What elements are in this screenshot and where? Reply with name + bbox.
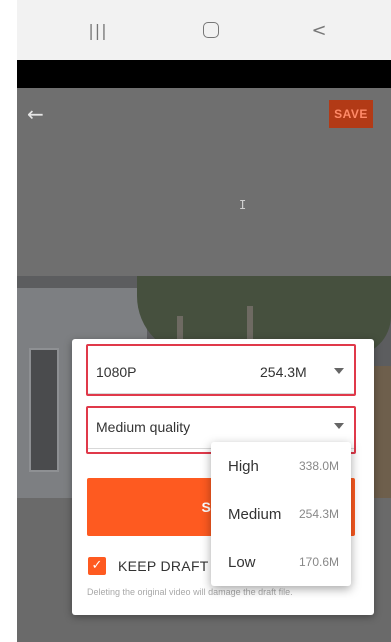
system-navigation-bar: ||| <	[17, 0, 391, 60]
toolbar-save-button[interactable]: SAVE	[329, 100, 373, 128]
resolution-label: 1080P	[96, 364, 137, 380]
home-button[interactable]	[199, 18, 223, 42]
quality-option-label: Low	[228, 553, 256, 571]
back-arrow-icon[interactable]: ←	[27, 104, 51, 124]
system-back-button[interactable]: <	[307, 18, 331, 42]
home-icon	[203, 22, 219, 38]
keep-draft-label: KEEP DRAFT	[118, 558, 209, 574]
resolution-size: 254.3M	[260, 364, 307, 380]
caret-down-icon	[334, 423, 344, 429]
phone-screen: ||| < ← SAVE I 1080P 254.3M Medium quali…	[17, 0, 391, 642]
keep-draft-checkbox[interactable]: ✓ KEEP DRAFT	[88, 555, 209, 577]
quality-option-size: 338.0M	[298, 459, 339, 473]
quality-option-label: Medium	[228, 505, 282, 523]
quality-option-low[interactable]: Low 170.6M	[211, 538, 351, 586]
quality-option-size: 254.3M	[298, 507, 339, 521]
text-cursor-icon: I	[239, 198, 247, 212]
quality-menu: High 338.0M Medium 254.3M Low 170.6M	[211, 442, 351, 586]
recent-apps-button[interactable]: |||	[83, 18, 113, 42]
resolution-dropdown[interactable]: 1080P 254.3M	[86, 351, 354, 394]
quality-option-medium[interactable]: Medium 254.3M	[211, 490, 351, 538]
quality-option-size: 170.6M	[298, 555, 339, 569]
draft-warning-note: Deleting the original video will damage …	[87, 587, 293, 597]
quality-option-high[interactable]: High 338.0M	[211, 442, 351, 490]
checkmark-icon: ✓	[88, 557, 106, 575]
caret-down-icon	[334, 368, 344, 374]
quality-label: Medium quality	[96, 419, 191, 435]
quality-option-label: High	[228, 457, 259, 475]
status-bar	[17, 60, 391, 88]
preview-door	[29, 348, 59, 472]
